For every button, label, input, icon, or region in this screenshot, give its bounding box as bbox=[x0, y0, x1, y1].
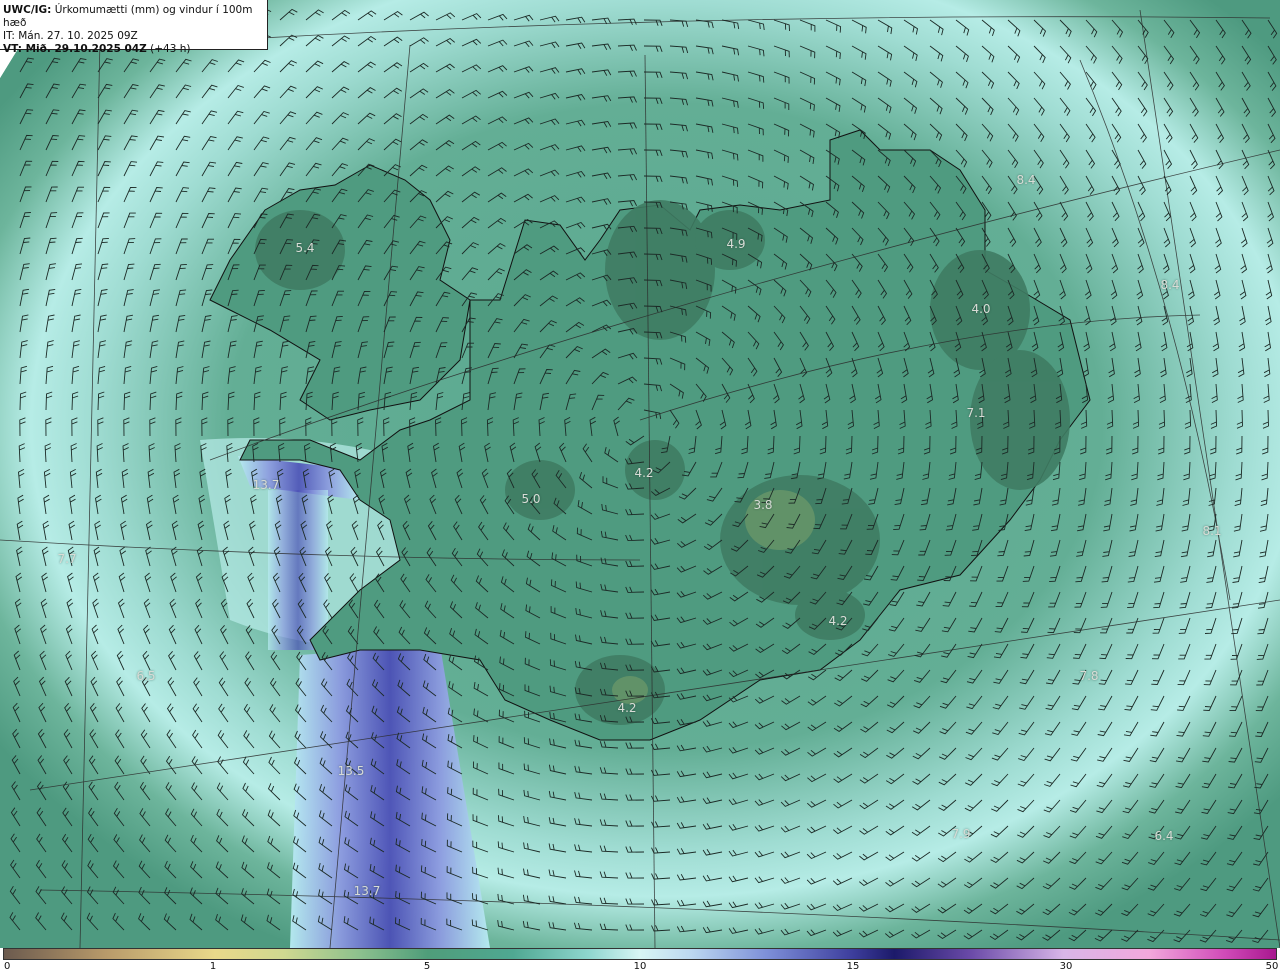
precip-value-label: 4.2 bbox=[634, 466, 654, 480]
precip-value-label: 7.8 bbox=[1079, 669, 1099, 683]
colorbar-tick: 1 bbox=[209, 961, 217, 972]
precip-value-label: 5.0 bbox=[521, 492, 541, 506]
precip-value-label: 4.2 bbox=[617, 701, 637, 715]
precip-value-label: 3.8 bbox=[753, 498, 773, 512]
forecast-map: 5.4 4.9 4.0 7.1 4.2 5.0 3.8 4.2 4.2 7.7 6.5 13.5 13.… bbox=[0, 0, 1280, 948]
colorbar-tick: 30 bbox=[1059, 961, 1073, 972]
precip-value-label: 4.9 bbox=[726, 237, 746, 251]
precip-value-label: 7.1 bbox=[966, 406, 986, 420]
colorbar-tick: 15 bbox=[846, 961, 860, 972]
precip-value-label: 13.7 bbox=[353, 884, 381, 898]
init-time: IT: Mán. 27. 10. 2025 09Z bbox=[3, 30, 138, 42]
colorbar-strip bbox=[3, 948, 1277, 960]
precip-value-label: 5.4 bbox=[295, 241, 315, 255]
colorbar-tick: 10 bbox=[633, 961, 647, 972]
model-label: UWC/IG: bbox=[3, 4, 52, 16]
colorbar-tick: 0 bbox=[4, 961, 11, 972]
title-line: UWC/IG: Úrkomumætti (mm) og vindur í 100… bbox=[3, 4, 267, 30]
precip-value-label: 4.0 bbox=[971, 302, 991, 316]
precip-value-label: 8.1 bbox=[1202, 524, 1222, 538]
precip-value-label: 6.4 bbox=[1154, 829, 1174, 843]
valid-time-line: VT: Mið. 29.10.2025 04Z (+43 h) bbox=[3, 43, 267, 56]
precip-value-label: 6.5 bbox=[136, 669, 156, 683]
lead-time: (+43 h) bbox=[150, 43, 191, 55]
precip-value-label: 7.7 bbox=[57, 552, 77, 566]
valid-time: VT: Mið. 29.10.2025 04Z bbox=[3, 43, 147, 55]
precip-value-label: 13.7 bbox=[252, 478, 280, 492]
map-header: UWC/IG: Úrkomumætti (mm) og vindur í 100… bbox=[0, 0, 268, 55]
colorbar: 0 1 5 10 15 30 50 bbox=[0, 948, 1280, 978]
colorbar-tick: 5 bbox=[423, 961, 431, 972]
precip-value-label: 4.2 bbox=[828, 614, 848, 628]
colorbar-tick: 50 bbox=[1265, 961, 1279, 972]
precip-value-label: 13.5 bbox=[337, 764, 365, 778]
precip-value-label: 7.9 bbox=[951, 827, 971, 841]
precip-value-label: 8.4 bbox=[1016, 173, 1036, 187]
precip-value-label: 8.4 bbox=[1160, 278, 1180, 292]
